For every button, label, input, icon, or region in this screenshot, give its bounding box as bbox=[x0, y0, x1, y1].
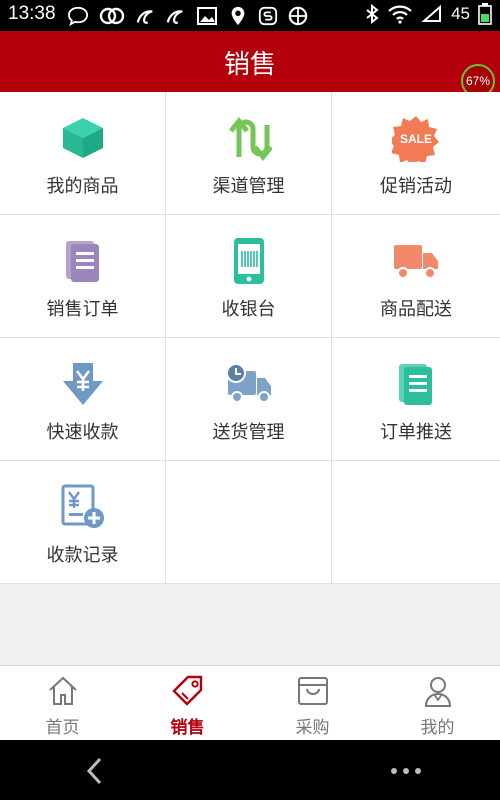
grid-item-label: 渠道管理 bbox=[212, 176, 285, 197]
grid-item-delivery-management[interactable]: 送货管理 bbox=[166, 338, 332, 461]
system-nav-bar bbox=[0, 740, 500, 800]
grid-item-label: 收款记录 bbox=[46, 545, 119, 566]
grid-item-label: 我的商品 bbox=[46, 176, 119, 197]
map-pin-icon bbox=[231, 6, 245, 26]
aperture-icon bbox=[288, 6, 308, 26]
sale-badge-icon: SALE bbox=[392, 116, 439, 162]
more-icon[interactable] bbox=[390, 766, 422, 776]
truck-clock-icon bbox=[225, 363, 271, 403]
app-header: 销售 67% bbox=[0, 31, 500, 98]
grid-item-label: 促销活动 bbox=[380, 176, 452, 197]
back-icon[interactable] bbox=[84, 756, 106, 786]
grid-item-label: 快速收款 bbox=[46, 422, 119, 443]
grid-empty-cell bbox=[166, 461, 332, 584]
battery-icon bbox=[478, 3, 492, 25]
image-icon bbox=[197, 7, 217, 25]
phone-barcode-icon bbox=[233, 238, 264, 284]
order-document-icon bbox=[65, 241, 99, 282]
grid-item-cashier[interactable]: 收银台 bbox=[166, 215, 332, 338]
tag-icon bbox=[171, 675, 202, 706]
signal-icon bbox=[421, 4, 442, 22]
page-title: 销售 bbox=[223, 50, 276, 80]
grid-item-promotions[interactable]: SALE 促销活动 bbox=[332, 92, 500, 215]
receipt-add-icon bbox=[61, 484, 104, 528]
grid-item-label: 送货管理 bbox=[212, 422, 285, 443]
cube-icon bbox=[62, 118, 103, 158]
user-icon bbox=[424, 677, 451, 707]
status-right: 45 bbox=[365, 3, 492, 25]
tab-label: 销售 bbox=[170, 718, 205, 738]
push-document-icon bbox=[399, 364, 432, 405]
yen-download-icon bbox=[62, 363, 103, 405]
grid-item-payment-records[interactable]: 收款记录 bbox=[0, 461, 166, 584]
link-rings-icon bbox=[99, 7, 125, 25]
tab-sales[interactable]: 销售 bbox=[125, 666, 250, 741]
grid-item-sales-orders[interactable]: 销售订单 bbox=[0, 215, 166, 338]
tab-label: 采购 bbox=[295, 718, 330, 738]
chat-bubble-icon bbox=[67, 6, 89, 26]
grid-item-channel-management[interactable]: 渠道管理 bbox=[166, 92, 332, 215]
grid-item-order-push[interactable]: 订单推送 bbox=[332, 338, 500, 461]
home-icon bbox=[48, 676, 77, 705]
svg-text:SALE: SALE bbox=[400, 132, 432, 146]
tab-label: 我的 bbox=[420, 718, 455, 738]
transfer-arrows-icon bbox=[228, 116, 272, 161]
wifi-icon bbox=[388, 5, 412, 24]
battery-level: 45 bbox=[451, 4, 470, 23]
status-bar: 13:38 45 bbox=[0, 0, 500, 31]
status-time: 13:38 bbox=[8, 3, 56, 24]
bluetooth-icon bbox=[366, 4, 379, 24]
s-app-icon bbox=[258, 6, 278, 26]
delivery-truck-icon bbox=[394, 245, 438, 279]
grid-item-product-delivery[interactable]: 商品配送 bbox=[332, 215, 500, 338]
grid-item-quick-payment[interactable]: 快速收款 bbox=[0, 338, 166, 461]
uc-browser-icon bbox=[136, 10, 153, 24]
grid-item-my-products[interactable]: 我的商品 bbox=[0, 92, 166, 215]
bottom-tab-bar: 首页 销售 采购 我的 bbox=[0, 665, 500, 740]
grid-empty-cell bbox=[332, 461, 500, 584]
tab-purchase[interactable]: 采购 bbox=[250, 666, 375, 741]
uc-browser-icon-2 bbox=[166, 10, 183, 24]
grid-item-label: 销售订单 bbox=[46, 299, 119, 320]
grid-item-label: 商品配送 bbox=[380, 299, 452, 320]
grid-item-label: 订单推送 bbox=[380, 422, 452, 443]
tab-home[interactable]: 首页 bbox=[0, 666, 125, 741]
basket-icon bbox=[297, 677, 328, 705]
tab-label: 首页 bbox=[45, 718, 80, 738]
tab-mine[interactable]: 我的 bbox=[375, 666, 500, 741]
grid-item-label: 收银台 bbox=[221, 299, 276, 320]
